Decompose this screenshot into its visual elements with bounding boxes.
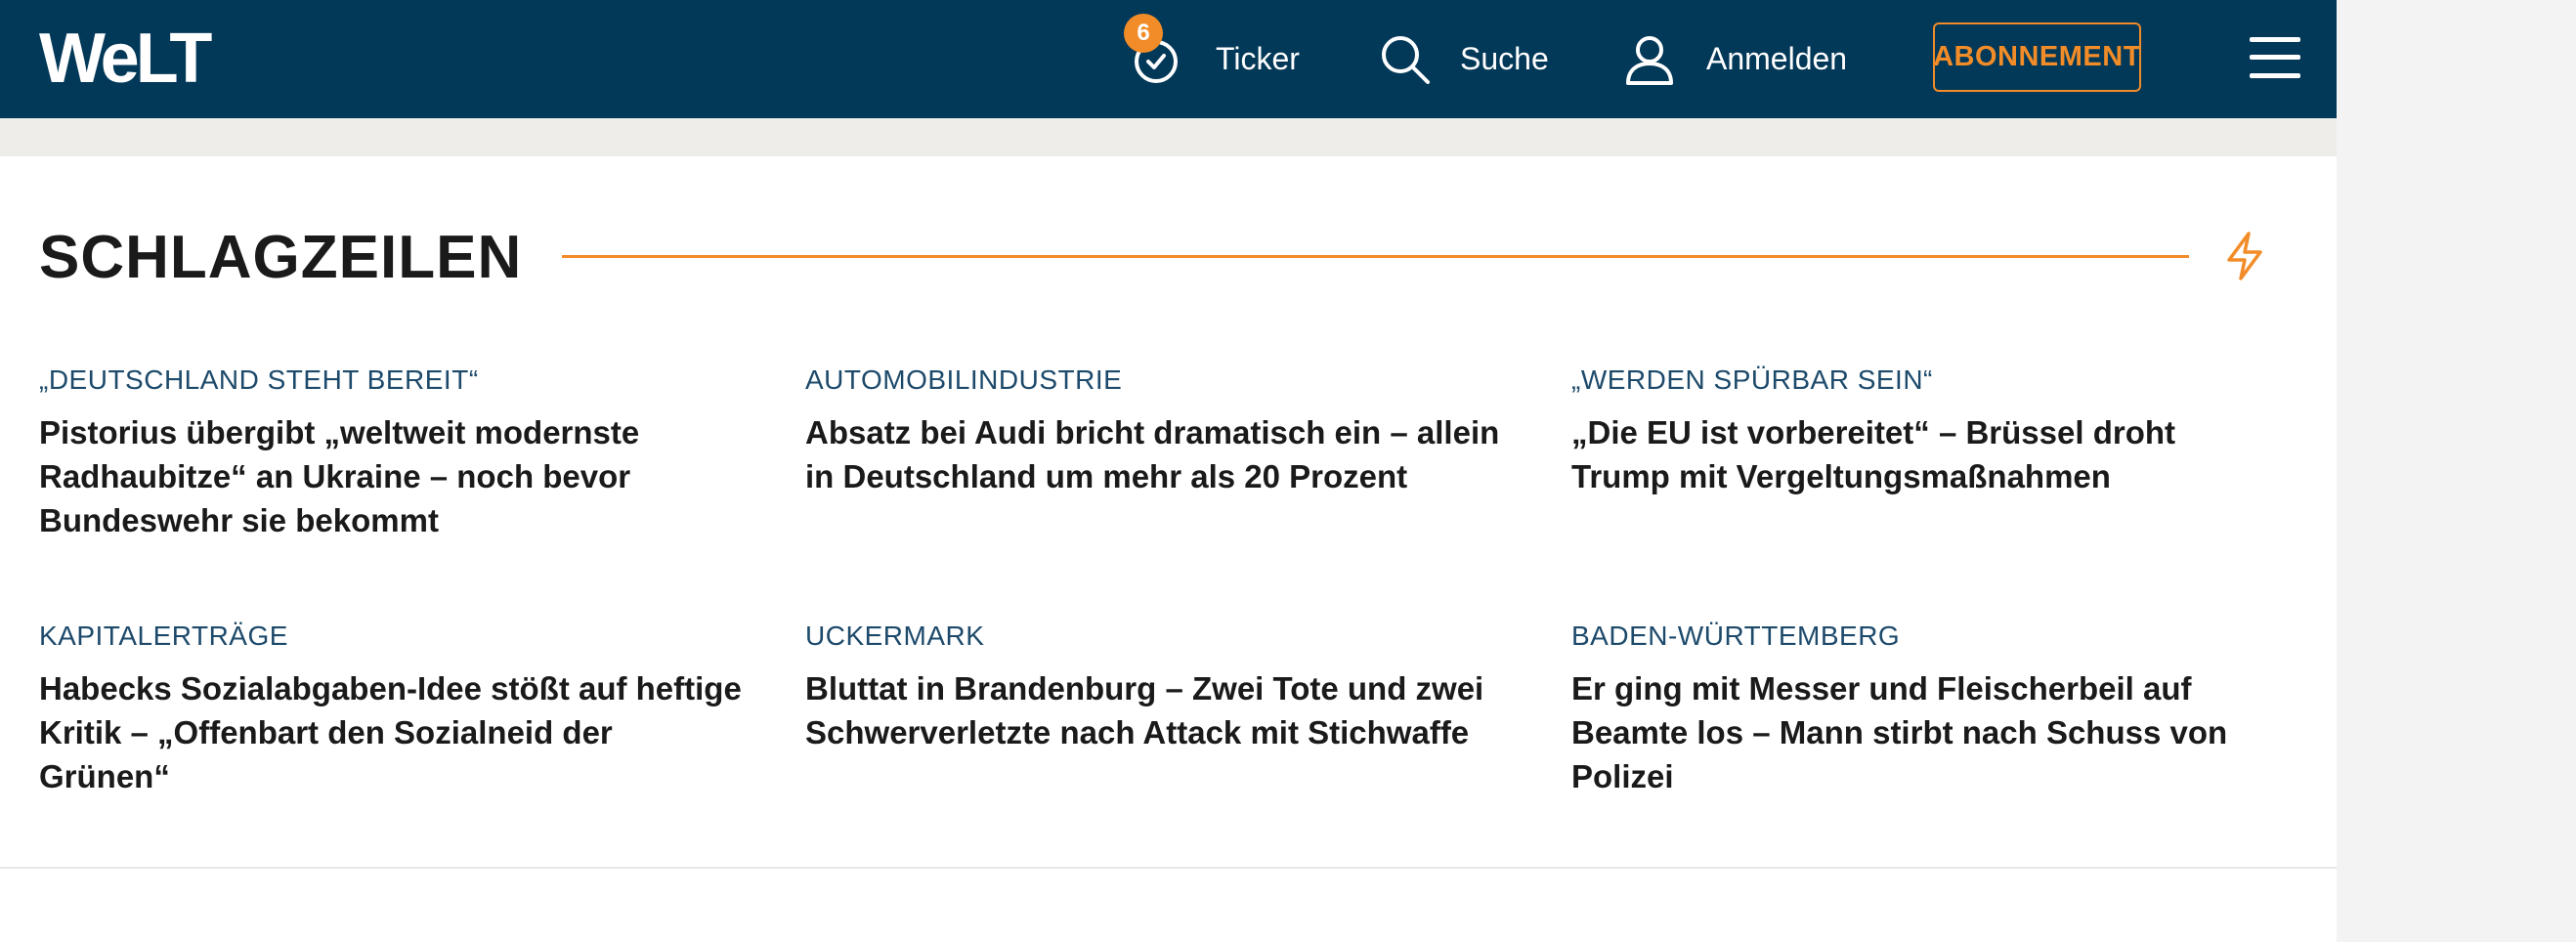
ticker-label: Ticker [1216,41,1300,76]
search-button[interactable]: Suche [1378,0,1549,118]
section-title: SCHLAGZEILEN [39,224,523,291]
ad-placeholder-strip [0,118,2337,156]
article-headline[interactable]: Habecks Sozialabgaben-Idee stößt auf hef… [39,666,743,798]
lightning-icon[interactable] [2221,231,2268,281]
ticker-icon-wrap: 6 [1124,0,1188,118]
article-card[interactable]: KAPITALERTRÄGE Habecks Sozialabgaben-Ide… [39,618,743,798]
hamburger-menu-icon[interactable] [2250,37,2300,78]
login-button[interactable]: Anmelden [1622,0,1847,118]
top-navigation-bar: WeLT 6 Ticker Suche Anmelden ABONNEMENT [0,0,2337,118]
subscribe-button[interactable]: ABONNEMENT [1933,22,2141,92]
section-bottom-divider [0,867,2337,869]
ticker-count-badge: 6 [1124,14,1163,53]
article-headline[interactable]: „Die EU ist vorbereitet“ – Brüssel droht… [1571,410,2275,498]
login-label: Anmelden [1706,41,1848,76]
article-kicker[interactable]: BADEN-WÜRTTEMBERG [1571,618,2275,655]
article-card[interactable]: AUTOMOBILINDUSTRIE Absatz bei Audi brich… [805,362,1509,498]
search-label: Suche [1460,41,1549,76]
article-headline[interactable]: Er ging mit Messer und Fleischerbeil auf… [1571,666,2275,798]
article-kicker[interactable]: UCKERMARK [805,618,1509,655]
article-headline[interactable]: Bluttat in Brandenburg – Zwei Tote und z… [805,666,1509,754]
article-card[interactable]: UCKERMARK Bluttat in Brandenburg – Zwei … [805,618,1509,754]
article-kicker[interactable]: AUTOMOBILINDUSTRIE [805,362,1509,399]
section-divider-line [562,255,2189,258]
article-headline[interactable]: Pistorius übergibt „weltweit modernste R… [39,410,743,542]
ticker-button[interactable]: 6 Ticker [1124,0,1300,118]
article-headline[interactable]: Absatz bei Audi bricht dramatisch ein – … [805,410,1509,498]
article-card[interactable]: „DEUTSCHLAND STEHT BEREIT“ Pistorius übe… [39,362,743,542]
article-card[interactable]: BADEN-WÜRTTEMBERG Er ging mit Messer und… [1571,618,2275,798]
menu-bar-top [2250,37,2300,42]
article-kicker[interactable]: „WERDEN SPÜRBAR SEIN“ [1571,362,2275,399]
user-icon [1626,35,1673,85]
menu-bar-middle [2250,55,2300,60]
welt-logo[interactable]: WeLT [39,20,212,98]
menu-bar-bottom [2250,73,2300,78]
search-icon [1382,35,1430,84]
article-kicker[interactable]: „DEUTSCHLAND STEHT BEREIT“ [39,362,743,399]
page: WeLT 6 Ticker Suche Anmelden ABONNEMENT … [0,0,2337,942]
article-card[interactable]: „WERDEN SPÜRBAR SEIN“ „Die EU ist vorber… [1571,362,2275,498]
article-kicker[interactable]: KAPITALERTRÄGE [39,618,743,655]
